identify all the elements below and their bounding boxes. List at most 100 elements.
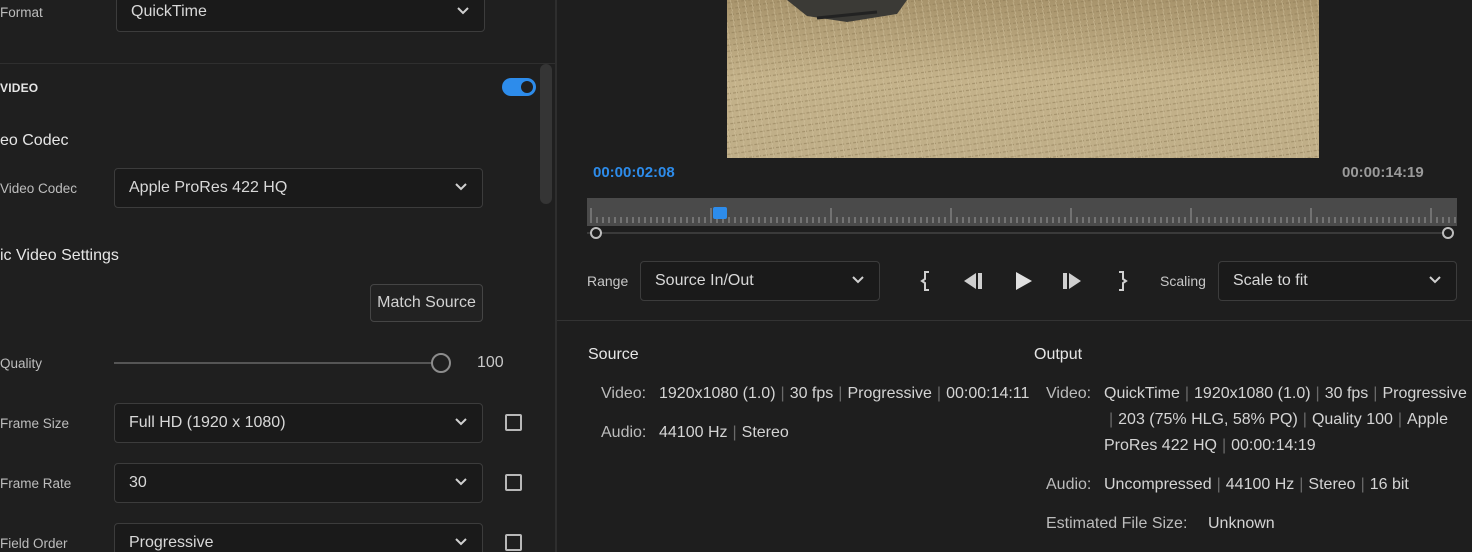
video-codec-value: Apple ProRes 422 HQ xyxy=(129,179,288,196)
field-order-dropdown[interactable]: Progressive xyxy=(114,523,483,552)
video-section-title: VIDEO xyxy=(0,81,39,95)
info-part: Progressive xyxy=(847,385,932,402)
video-codec-dropdown[interactable]: Apple ProRes 422 HQ xyxy=(114,168,483,208)
range-value: Source In/Out xyxy=(655,272,754,289)
info-part: 44100 Hz xyxy=(1225,476,1295,493)
range-out-handle[interactable] xyxy=(1442,227,1454,239)
range-bar xyxy=(587,232,1449,234)
info-part: Quality 100 xyxy=(1311,411,1393,428)
quality-slider-thumb[interactable] xyxy=(431,353,451,373)
match-source-button[interactable]: Match Source xyxy=(370,284,483,322)
source-video-key: Video: xyxy=(601,385,647,402)
frame-size-checkbox[interactable] xyxy=(505,414,522,431)
range-dropdown[interactable]: Source In/Out xyxy=(640,261,880,301)
output-title: Output xyxy=(1034,346,1083,363)
info-part: 30 fps xyxy=(789,385,834,402)
info-part: 1920x1080 (1.0) xyxy=(1194,385,1311,402)
separator: | xyxy=(1184,385,1190,402)
match-source-label: Match Source xyxy=(377,294,476,311)
output-audio-key: Audio: xyxy=(1046,476,1092,493)
range-in-handle[interactable] xyxy=(590,227,602,239)
chevron-down-icon xyxy=(455,478,467,486)
info-part: QuickTime xyxy=(1104,385,1180,402)
chevron-down-icon xyxy=(455,538,467,546)
quality-value: 100 xyxy=(477,354,504,371)
info-part: 16 bit xyxy=(1369,476,1409,493)
info-part: Uncompressed xyxy=(1104,476,1212,493)
frame-rate-label: Frame Rate xyxy=(0,476,72,491)
separator: | xyxy=(1109,411,1114,428)
video-codec-heading: eo Codec xyxy=(0,132,69,149)
chevron-down-icon xyxy=(1429,276,1441,284)
quality-label: Quality xyxy=(0,356,43,371)
format-dropdown[interactable]: QuickTime xyxy=(116,0,485,32)
step-forward-icon[interactable] xyxy=(1059,269,1085,293)
info-part: 203 (75% HLG, 58% PQ) xyxy=(1118,411,1298,428)
format-value: QuickTime xyxy=(131,3,207,20)
separator: | xyxy=(1299,476,1304,493)
info-part: Progressive xyxy=(1382,385,1467,402)
basic-video-settings-heading: ic Video Settings xyxy=(0,247,119,264)
separator: | xyxy=(1315,385,1320,402)
step-back-icon[interactable] xyxy=(960,269,986,293)
separator: | xyxy=(838,385,843,402)
file-size-key: Estimated File Size: xyxy=(1046,515,1188,532)
video-toggle[interactable] xyxy=(502,78,536,96)
scaling-value: Scale to fit xyxy=(1233,272,1308,289)
frame-size-dropdown[interactable]: Full HD (1920 x 1080) xyxy=(114,403,483,443)
divider xyxy=(557,320,1472,321)
video-codec-label: Video Codec xyxy=(0,181,78,196)
separator: | xyxy=(1216,476,1221,493)
set-in-icon[interactable] xyxy=(914,269,940,293)
separator: | xyxy=(780,385,785,402)
video-frame-image xyxy=(727,0,1319,158)
quality-slider-track[interactable] xyxy=(114,362,434,364)
separator: | xyxy=(1302,411,1307,428)
divider xyxy=(0,63,556,64)
export-settings-panel: Format QuickTime VIDEO eo Codec Video Co… xyxy=(0,0,556,552)
source-video-value: 1920x1080 (1.0) | 30 fps | Progressive | 00:00… xyxy=(659,381,1029,407)
frame-rate-dropdown[interactable]: 30 xyxy=(114,463,483,503)
frame-rate-checkbox[interactable] xyxy=(505,474,522,491)
file-size-value: Unknown xyxy=(1208,515,1275,532)
separator: | xyxy=(732,424,737,441)
field-order-checkbox[interactable] xyxy=(505,534,522,551)
info-part: 1920x1080 (1.0) xyxy=(659,385,776,402)
separator: | xyxy=(1221,437,1227,454)
info-part: 00:00:14:19 xyxy=(1231,437,1316,454)
video-preview xyxy=(727,0,1319,158)
playhead[interactable] xyxy=(713,207,728,219)
output-audio-value: Uncompressed | 44100 Hz | Stereo | 16 bit xyxy=(1104,472,1409,498)
info-part: 44100 Hz xyxy=(659,424,728,441)
set-out-icon[interactable] xyxy=(1108,269,1134,293)
frame-size-label: Frame Size xyxy=(0,416,70,431)
info-part: ProRes 422 HQ xyxy=(1104,437,1217,454)
chevron-down-icon xyxy=(455,183,467,191)
scaling-label: Scaling xyxy=(1160,273,1206,289)
chevron-down-icon xyxy=(852,276,864,284)
field-order-value: Progressive xyxy=(129,534,214,551)
frame-size-value: Full HD (1920 x 1080) xyxy=(129,414,286,431)
range-label: Range xyxy=(587,273,629,289)
info-part: Stereo xyxy=(1308,476,1356,493)
output-video-line-1: QuickTime | 1920x1080 (1.0) | 30 fps | Progres… xyxy=(1104,381,1467,407)
source-audio-value: 44100 Hz | Stereo xyxy=(659,420,789,446)
scaling-dropdown[interactable]: Scale to fit xyxy=(1218,261,1457,301)
info-part: Stereo xyxy=(741,424,789,441)
source-audio-key: Audio: xyxy=(601,424,647,441)
separator: | xyxy=(1360,476,1365,493)
chevron-down-icon xyxy=(455,418,467,426)
toggle-knob xyxy=(521,81,533,93)
info-part: 30 fps xyxy=(1324,385,1369,402)
settings-scrollbar[interactable] xyxy=(540,64,552,204)
play-icon[interactable] xyxy=(1010,269,1036,293)
separator: | xyxy=(1397,411,1403,428)
separator: | xyxy=(1373,385,1378,402)
duration-timecode: 00:00:14:19 xyxy=(1342,164,1424,181)
preview-panel: 00:00:02:08 00:00:14:19 Range Source In/… xyxy=(557,0,1472,552)
field-order-label: Field Order xyxy=(0,536,68,551)
current-timecode[interactable]: 00:00:02:08 xyxy=(593,164,675,181)
output-video-line-3: ProRes 422 HQ | 00:00:14:19 xyxy=(1104,433,1316,459)
separator: | xyxy=(936,385,942,402)
frame-rate-value: 30 xyxy=(129,474,147,491)
